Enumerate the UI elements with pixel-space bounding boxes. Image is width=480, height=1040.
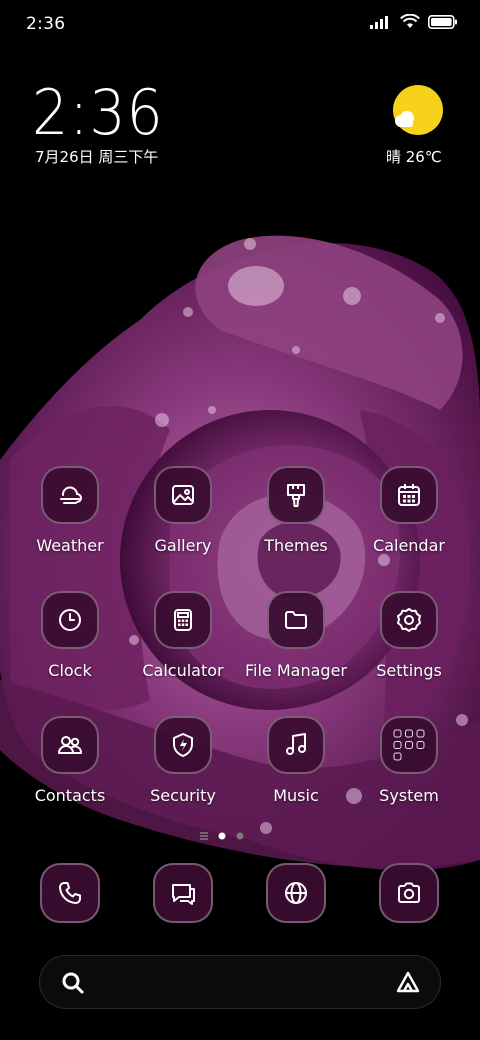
app-calculator[interactable]: Calculator (123, 591, 243, 680)
app-calendar[interactable]: Calendar (349, 466, 469, 555)
app-file-manager[interactable]: File Manager (236, 591, 356, 680)
shield-bolt-icon (173, 733, 193, 757)
app-label-contacts: Contacts (34, 786, 106, 805)
app-music[interactable]: Music (236, 716, 356, 805)
weather-widget-text: 晴 26℃ (386, 148, 442, 166)
app-label-settings: Settings (376, 661, 442, 680)
page-dot-active (218, 832, 226, 840)
app-themes[interactable]: Themes (236, 466, 356, 555)
search-bar[interactable] (39, 955, 441, 1009)
music-note-icon (286, 733, 306, 755)
page-indicator[interactable] (196, 829, 286, 843)
page-dot-inactive (236, 832, 244, 840)
app-tile-weather[interactable] (41, 466, 99, 524)
status-time: 2:36 (26, 14, 66, 34)
app-clock[interactable]: Clock (10, 591, 130, 680)
calculator-icon (174, 609, 192, 631)
contacts-icon (58, 736, 82, 754)
phone-icon (59, 882, 81, 904)
app-tile-clock[interactable] (41, 591, 99, 649)
app-security[interactable]: Security (123, 716, 243, 805)
clock-widget-date: 7月26日 周三下午 (35, 148, 159, 166)
app-label-file-manager: File Manager (245, 661, 347, 680)
app-label-themes: Themes (264, 536, 328, 555)
weather-icon (60, 486, 82, 504)
messages-icon (172, 884, 195, 905)
app-tile-gallery[interactable] (154, 466, 212, 524)
app-gallery[interactable]: Gallery (123, 466, 243, 555)
dock-camera[interactable] (379, 863, 439, 923)
search-icon[interactable] (60, 970, 86, 996)
dock-messages[interactable] (153, 863, 213, 923)
clock-widget-time[interactable]: 2:36 (32, 76, 164, 149)
themes-brush-icon (287, 484, 305, 507)
wifi-icon (400, 14, 420, 28)
app-label-calculator: Calculator (142, 661, 224, 680)
app-tile-system-folder[interactable] (380, 716, 438, 774)
camera-icon (398, 882, 420, 903)
app-system-folder[interactable]: System (349, 716, 469, 805)
battery-icon (428, 14, 457, 29)
clock-icon (59, 609, 81, 631)
app-tile-security[interactable] (154, 716, 212, 774)
app-label-system-folder: System (379, 786, 439, 805)
folder-grid-icon (393, 729, 425, 761)
signal-icon (370, 15, 388, 29)
sun-cloud-icon[interactable] (392, 84, 444, 136)
app-label-gallery: Gallery (154, 536, 212, 555)
app-tile-contacts[interactable] (41, 716, 99, 774)
app-weather[interactable]: Weather (10, 466, 130, 555)
calendar-icon (398, 484, 420, 506)
gallery-icon (172, 485, 194, 505)
app-contacts[interactable]: Contacts (10, 716, 130, 805)
folder-icon (285, 611, 307, 629)
status-bar: 2:36 (0, 0, 480, 50)
app-label-weather: Weather (36, 536, 104, 555)
app-settings[interactable]: Settings (349, 591, 469, 680)
app-tile-settings[interactable] (380, 591, 438, 649)
home-lines-icon (200, 832, 208, 840)
status-icons (370, 14, 458, 29)
assistant-icon[interactable] (394, 969, 422, 997)
app-tile-calculator[interactable] (154, 591, 212, 649)
browser-globe-icon (285, 882, 307, 904)
app-label-security: Security (150, 786, 216, 805)
app-label-calendar: Calendar (373, 536, 445, 555)
app-label-music: Music (273, 786, 319, 805)
dock-browser[interactable] (266, 863, 326, 923)
app-tile-calendar[interactable] (380, 466, 438, 524)
app-tile-file-manager[interactable] (267, 591, 325, 649)
dock-phone[interactable] (40, 863, 100, 923)
app-tile-music[interactable] (267, 716, 325, 774)
app-label-clock: Clock (48, 661, 92, 680)
gear-icon (397, 608, 421, 632)
app-tile-themes[interactable] (267, 466, 325, 524)
